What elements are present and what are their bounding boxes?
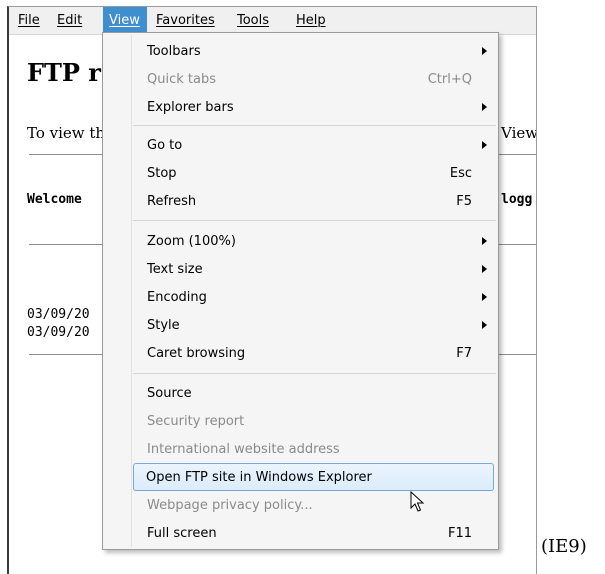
menu-item-toolbars[interactable]: Toolbars bbox=[105, 37, 496, 65]
menu-help-label: Help bbox=[296, 13, 326, 28]
ftp-listing: 03/09/20 03/09/20 bbox=[27, 306, 90, 342]
welcome-message: Welcome bbox=[27, 192, 82, 207]
menu-item-security-report[interactable]: Security report bbox=[105, 407, 496, 435]
menu-item-label: Go to bbox=[147, 137, 183, 153]
menu-separator bbox=[133, 373, 496, 374]
menu-item-shortcut: Ctrl+Q bbox=[427, 71, 472, 87]
menu-view[interactable]: View bbox=[103, 7, 147, 34]
menu-item-webpage-privacy-policy[interactable]: Webpage privacy policy... bbox=[105, 491, 496, 519]
menu-item-label: Stop bbox=[147, 165, 177, 181]
menu-edit[interactable]: Edit bbox=[51, 7, 88, 34]
menu-item-source[interactable]: Source bbox=[105, 379, 496, 407]
menu-item-shortcut: Esc bbox=[449, 165, 472, 181]
menu-separator bbox=[133, 220, 496, 221]
menu-tools-label: Tools bbox=[237, 13, 270, 28]
menu-item-stop[interactable]: Stop Esc bbox=[105, 159, 496, 187]
menu-item-open-ftp-site[interactable]: Open FTP site in Windows Explorer bbox=[133, 463, 494, 491]
menu-item-label: Encoding bbox=[147, 289, 207, 305]
intro-text-right: View, bbox=[501, 124, 537, 142]
menu-item-text-size[interactable]: Text size bbox=[105, 255, 496, 283]
welcome-message-right: logg bbox=[501, 192, 533, 207]
intro-text: To view th bbox=[27, 124, 106, 142]
menu-item-label: Style bbox=[147, 317, 180, 333]
menu-favorites-label: Favorites bbox=[156, 13, 215, 28]
menu-item-explorer-bars[interactable]: Explorer bars bbox=[105, 93, 496, 121]
menu-item-label: Caret browsing bbox=[147, 345, 246, 361]
caption-label: (IE9) bbox=[541, 536, 587, 557]
menu-item-label: Webpage privacy policy... bbox=[147, 497, 313, 513]
menu-separator bbox=[133, 125, 496, 126]
menu-item-full-screen[interactable]: Full screen F11 bbox=[105, 519, 496, 547]
menu-file-label: File bbox=[18, 13, 40, 28]
listing-row[interactable]: 03/09/20 bbox=[27, 306, 90, 324]
menu-item-label: Text size bbox=[147, 261, 203, 277]
menu-file[interactable]: File bbox=[12, 7, 46, 34]
chevron-right-icon bbox=[482, 47, 487, 55]
menu-item-international-website-address[interactable]: International website address bbox=[105, 435, 496, 463]
chevron-right-icon bbox=[482, 265, 487, 273]
menu-bar: File Edit View Favorites Tools Help bbox=[9, 7, 536, 35]
menu-item-shortcut: F11 bbox=[447, 525, 472, 541]
menu-item-label: Quick tabs bbox=[147, 71, 216, 87]
chevron-right-icon bbox=[482, 321, 487, 329]
view-menu-dropdown: Toolbars Quick tabs Ctrl+Q Explorer bars… bbox=[102, 32, 499, 550]
menu-item-shortcut: F5 bbox=[456, 193, 472, 209]
menu-item-label: Security report bbox=[147, 413, 245, 429]
menu-item-label: Zoom (100%) bbox=[147, 233, 236, 249]
menu-item-refresh[interactable]: Refresh F5 bbox=[105, 187, 496, 215]
chevron-right-icon bbox=[482, 293, 487, 301]
menu-item-zoom[interactable]: Zoom (100%) bbox=[105, 227, 496, 255]
menu-item-label: Refresh bbox=[147, 193, 197, 209]
chevron-right-icon bbox=[482, 237, 487, 245]
menu-favorites[interactable]: Favorites bbox=[150, 7, 221, 34]
menu-help[interactable]: Help bbox=[290, 7, 332, 34]
menu-item-caret-browsing[interactable]: Caret browsing F7 bbox=[105, 339, 496, 367]
menu-item-label: Open FTP site in Windows Explorer bbox=[146, 469, 372, 485]
menu-item-quick-tabs[interactable]: Quick tabs Ctrl+Q bbox=[105, 65, 496, 93]
chevron-right-icon bbox=[482, 103, 487, 111]
chevron-right-icon bbox=[482, 141, 487, 149]
menu-item-label: Source bbox=[147, 385, 192, 401]
mouse-pointer-icon bbox=[410, 491, 425, 512]
menu-item-label: Toolbars bbox=[147, 43, 201, 59]
menu-item-style[interactable]: Style bbox=[105, 311, 496, 339]
menu-item-label: Explorer bars bbox=[147, 99, 234, 115]
menu-tools[interactable]: Tools bbox=[231, 7, 275, 34]
menu-item-label: International website address bbox=[147, 441, 340, 457]
menu-item-encoding[interactable]: Encoding bbox=[105, 283, 496, 311]
menu-edit-label: Edit bbox=[57, 13, 83, 28]
page-title: FTP r bbox=[27, 58, 101, 87]
menu-item-shortcut: F7 bbox=[456, 345, 472, 361]
menu-item-label: Full screen bbox=[147, 525, 217, 541]
menu-item-go-to[interactable]: Go to bbox=[105, 131, 496, 159]
listing-row[interactable]: 03/09/20 bbox=[27, 324, 90, 342]
menu-view-label: View bbox=[109, 13, 140, 28]
